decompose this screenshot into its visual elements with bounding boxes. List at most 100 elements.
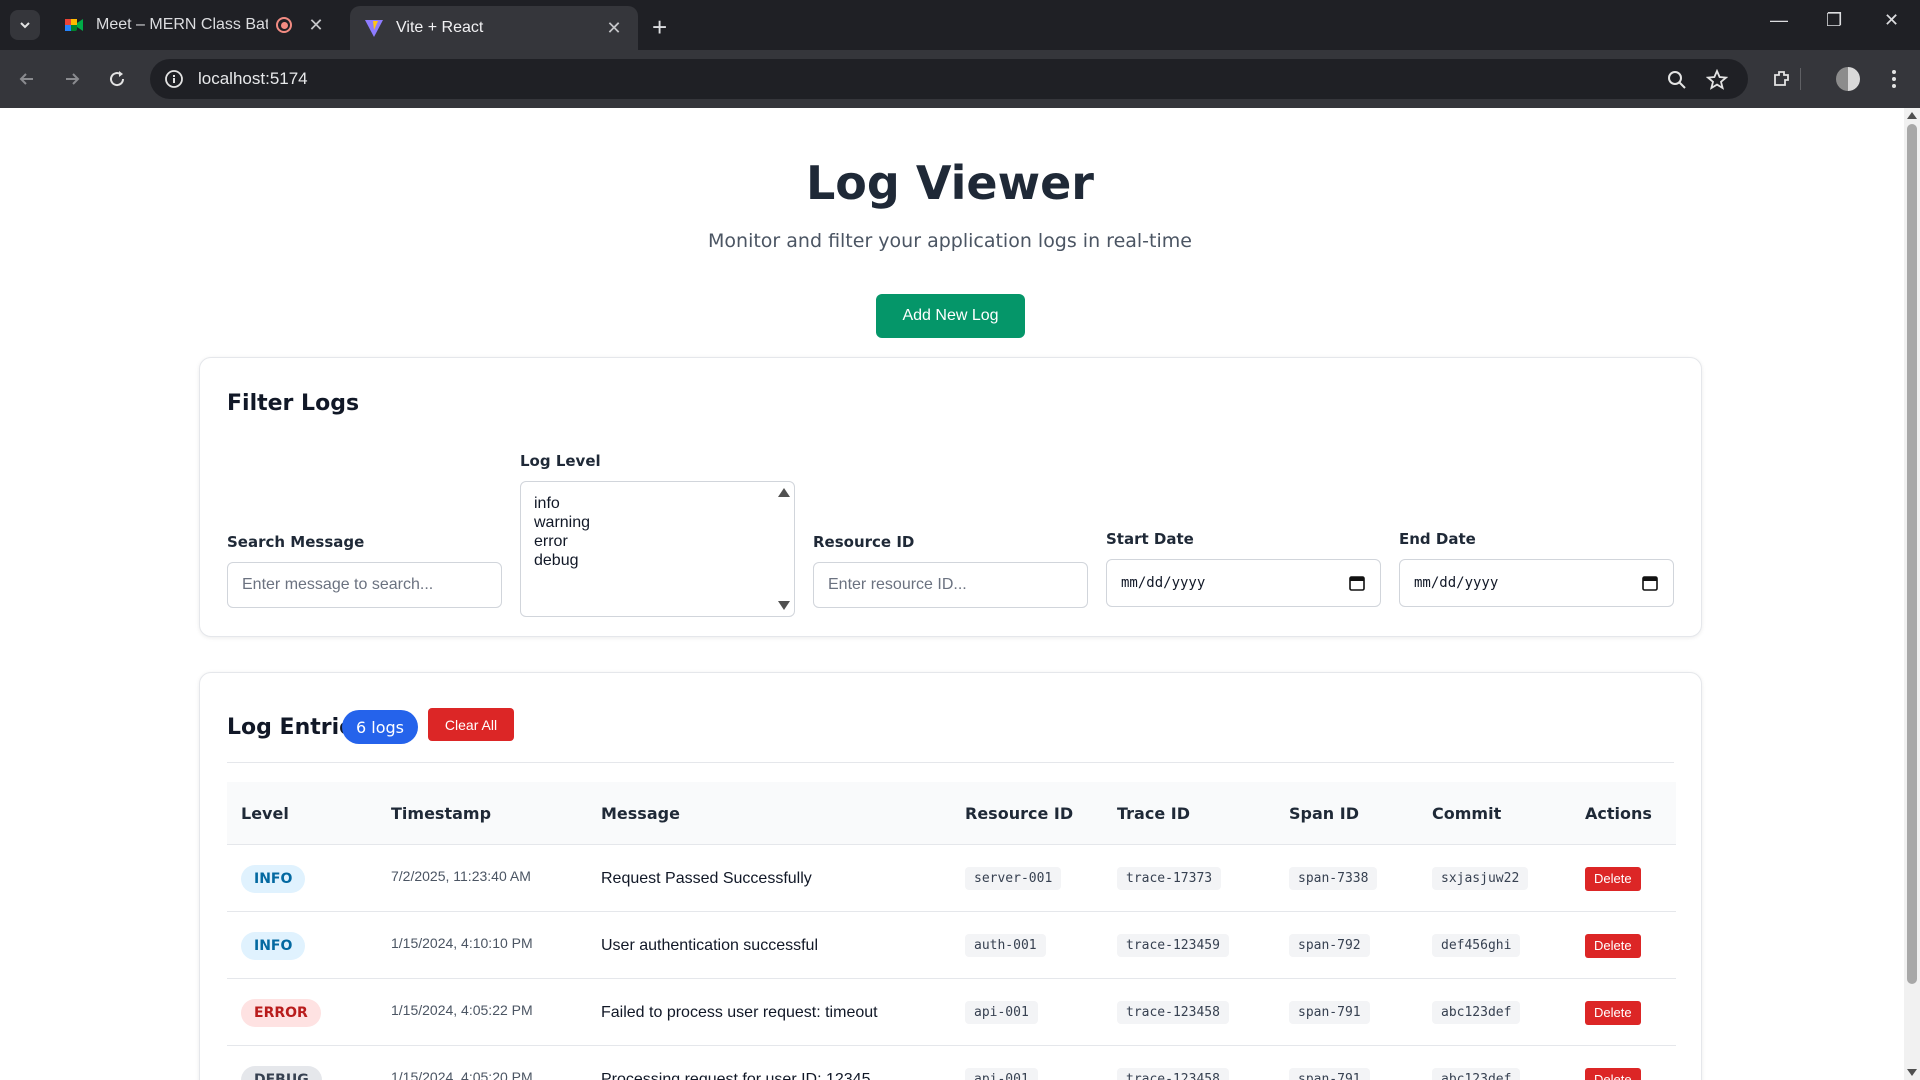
column-header-actions: Actions [1585, 803, 1652, 823]
log-level-select[interactable]: info warning error debug [520, 481, 795, 617]
table-row: DEBUG 1/15/2024, 4:05:20 PM Processing r… [227, 1046, 1676, 1080]
arrow-left-icon [19, 73, 33, 85]
trace-id: trace-123459 [1117, 934, 1229, 957]
resource-id: server-001 [965, 867, 1062, 890]
log-level-option[interactable]: warning [534, 513, 781, 532]
column-header-level: Level [241, 803, 289, 823]
level-badge: INFO [241, 931, 306, 960]
filter-title: Filter Logs [227, 391, 360, 416]
tab-title: Meet – MERN Class Batch Ju [96, 16, 268, 33]
vite-logo-icon [365, 20, 383, 37]
timestamp: 1/15/2024, 4:10:10 PM [391, 934, 533, 951]
tab-search-button[interactable] [10, 10, 40, 40]
message: Processing request for user ID: 12345 [601, 1070, 871, 1080]
reload-icon [110, 71, 125, 87]
resource-id: auth-001 [965, 934, 1046, 957]
log-level-option[interactable]: error [534, 532, 781, 551]
divider [227, 762, 1674, 763]
avatar[interactable] [1836, 67, 1860, 91]
level-badge: INFO [241, 864, 306, 893]
browser-tab-bar: Meet – MERN Class Batch Ju ✕ Vite + Reac… [0, 0, 1920, 50]
message: Failed to process user request: timeout [601, 1003, 878, 1021]
commit: abc123def [1432, 1001, 1521, 1024]
address-bar[interactable]: localhost:5174 [150, 59, 1748, 99]
filter-panel: Filter Logs Search Message Enter message… [199, 357, 1702, 637]
log-level-option[interactable]: debug [534, 551, 781, 570]
log-level-option[interactable]: info [534, 494, 781, 513]
clear-all-button[interactable]: Clear All [428, 708, 514, 741]
site-info-icon[interactable] [164, 69, 184, 89]
commit: abc123def [1432, 1068, 1521, 1080]
span-id: span-791 [1289, 1001, 1370, 1024]
table-row: INFO 1/15/2024, 4:10:10 PM User authenti… [227, 912, 1676, 979]
minimize-icon[interactable]: — [1770, 10, 1788, 31]
resource-id-input[interactable]: Enter resource ID... [813, 562, 1088, 608]
tab-vite-react[interactable]: Vite + React ✕ [350, 6, 638, 50]
close-tab-icon[interactable]: ✕ [306, 15, 326, 36]
delete-button[interactable]: Delete [1585, 1067, 1641, 1080]
recording-icon [276, 17, 292, 33]
timestamp: 7/2/2025, 11:23:40 AM [391, 867, 531, 884]
table-row: INFO 7/2/2025, 11:23:40 AM Request Passe… [227, 845, 1676, 912]
extensions-icon[interactable] [1771, 68, 1793, 90]
tab-meet[interactable]: Meet – MERN Class Batch Ju ✕ [50, 6, 340, 44]
search-input[interactable]: Enter message to search... [227, 562, 502, 608]
close-window-icon[interactable]: ✕ [1884, 10, 1899, 31]
page-scrollbar[interactable] [1904, 108, 1920, 1080]
delete-button[interactable]: Delete [1585, 866, 1641, 891]
back-button[interactable] [14, 66, 40, 92]
scroll-up-icon[interactable] [1907, 112, 1917, 119]
start-date-label: Start Date [1106, 530, 1194, 548]
page-viewport: Log Viewer Monitor and filter your appli… [0, 108, 1920, 1080]
start-date-input[interactable]: mm/dd/yyyy [1106, 559, 1381, 607]
toolbar-divider [1800, 68, 1801, 90]
arrow-right-icon [66, 73, 80, 85]
google-meet-icon [65, 19, 83, 31]
delete-button[interactable]: Delete [1585, 933, 1641, 958]
page-subtitle: Monitor and filter your application logs… [708, 230, 1192, 252]
trace-id: trace-17373 [1117, 867, 1222, 890]
message: User authentication successful [601, 936, 818, 954]
end-date-input[interactable]: mm/dd/yyyy [1399, 559, 1674, 607]
calendar-icon[interactable] [1641, 574, 1659, 592]
table-row: ERROR 1/15/2024, 4:05:22 PM Failed to pr… [227, 979, 1676, 1046]
column-header-commit: Commit [1432, 803, 1502, 823]
forward-button[interactable] [59, 66, 85, 92]
new-tab-icon[interactable]: + [652, 12, 667, 43]
timestamp: 1/15/2024, 4:05:22 PM [391, 1001, 533, 1018]
browser-toolbar: localhost:5174 [0, 50, 1920, 108]
log-table: Level Timestamp Message Resource ID Trac… [227, 782, 1676, 1080]
trace-id: trace-123458 [1117, 1068, 1229, 1080]
bookmark-star-icon[interactable] [1706, 69, 1728, 91]
delete-button[interactable]: Delete [1585, 1000, 1641, 1025]
zoom-icon[interactable] [1666, 69, 1688, 91]
column-header-trace-id: Trace ID [1117, 803, 1190, 823]
search-label: Search Message [227, 533, 365, 551]
column-header-span-id: Span ID [1289, 803, 1359, 823]
resource-id: api-001 [965, 1001, 1038, 1024]
trace-id: trace-123458 [1117, 1001, 1229, 1024]
resource-id-label: Resource ID [813, 533, 915, 551]
end-date-label: End Date [1399, 530, 1476, 548]
log-level-label: Log Level [520, 452, 601, 470]
add-new-log-button[interactable]: Add New Log [876, 294, 1025, 338]
resource-id: api-001 [965, 1068, 1038, 1080]
calendar-icon[interactable] [1348, 574, 1366, 592]
reload-button[interactable] [104, 66, 130, 92]
timestamp: 1/15/2024, 4:05:20 PM [391, 1068, 533, 1080]
table-header: Level Timestamp Message Resource ID Trac… [227, 782, 1676, 845]
message: Request Passed Successfully [601, 869, 812, 887]
tab-title: Vite + React [396, 19, 484, 36]
close-tab-icon[interactable]: ✕ [604, 18, 624, 39]
restore-icon[interactable]: ❐ [1826, 10, 1842, 31]
level-badge: ERROR [241, 998, 321, 1027]
span-id: span-792 [1289, 934, 1370, 957]
scroll-up-icon[interactable] [778, 488, 790, 497]
commit: def456ghi [1432, 934, 1521, 957]
scroll-down-icon[interactable] [1907, 1069, 1917, 1076]
end-date-value: mm/dd/yyyy [1414, 575, 1499, 591]
page-title: Log Viewer [806, 156, 1094, 210]
scrollbar-thumb[interactable] [1907, 124, 1917, 984]
scroll-down-icon[interactable] [778, 601, 790, 610]
more-menu-icon[interactable] [1883, 68, 1905, 90]
